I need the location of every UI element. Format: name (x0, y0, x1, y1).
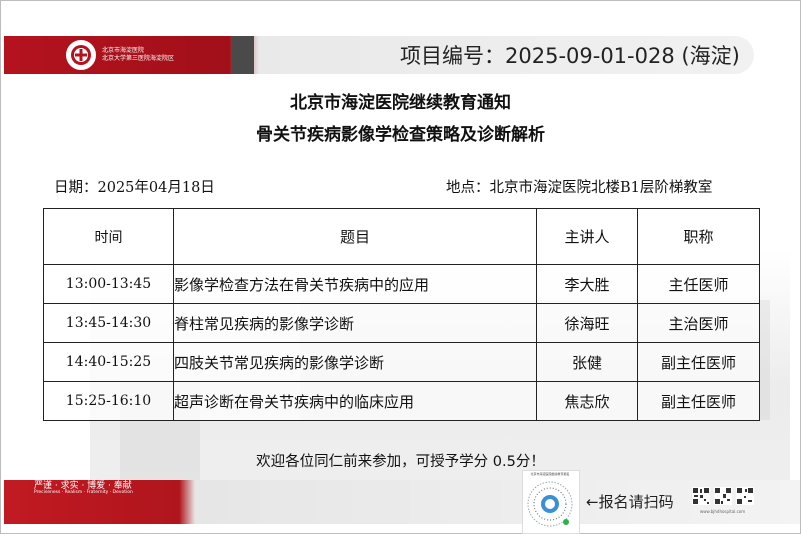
hospital-motto-en: Preciseness · Realism · Fraternity · Dev… (34, 490, 133, 495)
row-topic: 脊柱常见疾病的影像学诊断 (173, 303, 537, 343)
project-code: 项目编号：2025-09-01-028 (海淀) (400, 44, 740, 68)
row-title: 主任医师 (637, 264, 760, 304)
row-speaker: 李大胜 (536, 264, 638, 304)
welcome-text: 欢迎各位同仁前来参加，可授予学分 0.5分！ (256, 454, 545, 470)
notice-date: 日期：2025年04月18日 (54, 180, 215, 196)
notice-subtitle: 骨关节疾病影像学检查策略及诊断解析 (256, 125, 545, 145)
notice-title: 北京市海淀医院继续教育通知 (290, 93, 511, 113)
row-speaker: 徐海旺 (536, 303, 638, 343)
row-topic: 影像学检查方法在骨关节疾病中的应用 (173, 264, 537, 304)
qr-caption: 北京市海淀医院继续教育报名 (530, 472, 570, 476)
row-title: 主治医师 (637, 303, 760, 343)
table-row: 13:45-14:30 脊柱常见疾病的影像学诊断 徐海旺 主治医师 (43, 303, 760, 343)
row-topic: 超声诊断在骨关节疾病中的临床应用 (173, 381, 537, 421)
mini-qr-code-icon (736, 487, 754, 505)
row-title: 副主任医师 (637, 342, 760, 382)
hospital-website: www.bjhdhospital.com (700, 509, 746, 514)
registration-qr-code-icon[interactable] (526, 480, 574, 528)
hospital-name: 北京市海淀医院 (102, 47, 145, 54)
header-topic: 题目 (173, 208, 537, 265)
table-row: 15:25-16:10 超声诊断在骨关节疾病中的临床应用 焦志欣 副主任医师 (43, 381, 760, 421)
header-title: 职称 (637, 208, 760, 265)
row-time: 15:25-16:10 (43, 381, 174, 421)
hospital-logo: 北京市海淀医院 北京大学第三医院海淀院区 (66, 40, 246, 70)
row-time: 14:40-15:25 (43, 342, 174, 382)
row-time: 13:00-13:45 (43, 264, 174, 304)
row-time: 13:45-14:30 (43, 303, 174, 343)
scan-to-register-label: ←报名请扫码 (586, 493, 674, 511)
hospital-sub-name: 北京大学第三医院海淀院区 (102, 55, 175, 62)
table-header-row: 时间 题目 主讲人 职称 (43, 208, 760, 265)
schedule-table: 时间 题目 主讲人 职称 13:00-13:45 影像学检查方法在骨关节疾病中的… (43, 208, 760, 421)
row-speaker: 张健 (536, 342, 638, 382)
row-topic: 四肢关节常见疾病的影像学诊断 (173, 342, 537, 382)
table-row: 14:40-15:25 四肢关节常见疾病的影像学诊断 张健 副主任医师 (43, 342, 760, 382)
row-title: 副主任医师 (637, 381, 760, 421)
notice-place: 地点：北京市海淀医院北楼B1层阶梯教室 (446, 180, 713, 196)
hospital-seal-icon (66, 40, 96, 70)
mini-qr-code-icon (714, 487, 732, 505)
row-speaker: 焦志欣 (536, 381, 638, 421)
hospital-logo-text: 北京市海淀医院 北京大学第三医院海淀院区 (102, 47, 174, 63)
mini-qr-code-icon (692, 487, 710, 505)
header-time: 时间 (43, 208, 174, 265)
header-speaker: 主讲人 (536, 208, 638, 265)
table-row: 13:00-13:45 影像学检查方法在骨关节疾病中的应用 李大胜 主任医师 (43, 264, 760, 304)
